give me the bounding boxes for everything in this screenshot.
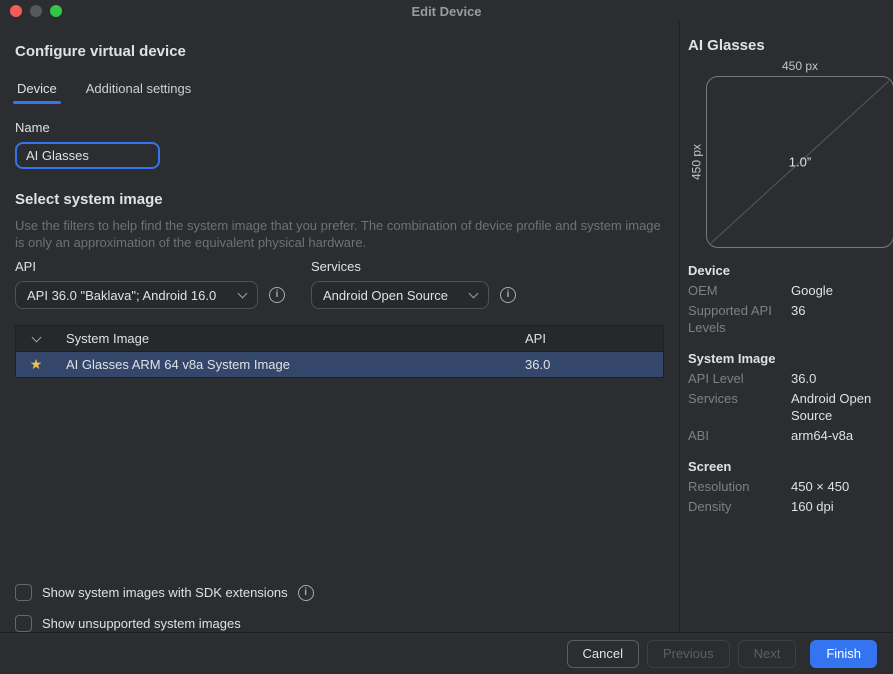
column-header-api[interactable]: API bbox=[525, 331, 663, 346]
tab-device-label: Device bbox=[17, 81, 57, 96]
unsupported-images-checkbox-label: Show unsupported system images bbox=[42, 616, 241, 631]
device-preview-panel: AI Glasses 450 px 450 px 1.0” Device OE bbox=[680, 22, 893, 632]
star-icon: ★ bbox=[30, 356, 43, 373]
spec-row: API Level 36.0 bbox=[688, 370, 893, 387]
name-input[interactable] bbox=[15, 142, 160, 169]
next-button: Next bbox=[738, 640, 797, 668]
screen-width-label: 450 px bbox=[706, 59, 893, 73]
spec-heading-system-image: System Image bbox=[688, 351, 893, 366]
api-label: API bbox=[15, 259, 285, 274]
tab-device[interactable]: Device bbox=[15, 77, 59, 104]
name-label: Name bbox=[15, 120, 664, 135]
checkbox-section: Show system images with SDK extensions i… bbox=[15, 584, 664, 632]
unsupported-images-checkbox-row[interactable]: Show unsupported system images bbox=[15, 615, 664, 632]
configure-panel: Configure virtual device Device Addition… bbox=[0, 22, 680, 632]
table-header-row: System Image API bbox=[16, 326, 663, 352]
services-select[interactable]: Android Open Source bbox=[311, 281, 489, 309]
spec-row: Density 160 dpi bbox=[688, 498, 893, 515]
sdk-extensions-info-icon[interactable]: i bbox=[298, 585, 314, 601]
system-image-name-cell: AI Glasses ARM 64 v8a System Image bbox=[56, 357, 525, 372]
screen-height-label: 450 px bbox=[687, 76, 706, 248]
api-filter-group: API API 36.0 "Baklava"; Android 16.0 i bbox=[15, 259, 285, 309]
edit-device-dialog: Edit Device Configure virtual device Dev… bbox=[0, 0, 893, 674]
select-system-image-title: Select system image bbox=[15, 191, 664, 208]
services-filter-group: Services Android Open Source i bbox=[311, 259, 516, 309]
sdk-extensions-checkbox-label: Show system images with SDK extensions bbox=[42, 585, 288, 600]
api-info-icon[interactable]: i bbox=[269, 287, 285, 303]
filters-row: API API 36.0 "Baklava"; Android 16.0 i S… bbox=[15, 259, 664, 309]
chevron-down-icon bbox=[469, 288, 479, 298]
spec-row: Services Android Open Source bbox=[688, 390, 893, 424]
previous-button: Previous bbox=[647, 640, 730, 668]
finish-button[interactable]: Finish bbox=[810, 640, 877, 668]
spec-heading-screen: Screen bbox=[688, 459, 893, 474]
system-image-description: Use the filters to help find the system … bbox=[15, 217, 664, 251]
system-image-table: System Image API ★ AI Glasses ARM 64 v8a… bbox=[15, 325, 664, 378]
titlebar: Edit Device bbox=[0, 0, 893, 22]
cancel-button[interactable]: Cancel bbox=[567, 640, 639, 668]
dialog-footer: Cancel Previous Next Finish bbox=[0, 632, 893, 674]
services-select-value: Android Open Source bbox=[323, 288, 448, 303]
tab-additional-settings-label: Additional settings bbox=[86, 81, 192, 96]
screen-diagonal-size: 1.0” bbox=[707, 155, 893, 170]
services-info-icon[interactable]: i bbox=[500, 287, 516, 303]
device-spec-list: Device OEM Google Supported API Levels 3… bbox=[687, 263, 893, 515]
chevron-down-icon bbox=[238, 288, 248, 298]
table-row[interactable]: ★ AI Glasses ARM 64 v8a System Image 36.… bbox=[16, 352, 663, 377]
spec-row: Supported API Levels 36 bbox=[688, 302, 893, 336]
sort-column-header[interactable] bbox=[16, 336, 56, 341]
star-cell[interactable]: ★ bbox=[16, 356, 56, 373]
spec-row: Resolution 450 × 450 bbox=[688, 478, 893, 495]
chevron-down-icon bbox=[31, 333, 41, 343]
page-title: Configure virtual device bbox=[15, 43, 664, 60]
spec-row: ABI arm64-v8a bbox=[688, 427, 893, 444]
tab-additional-settings[interactable]: Additional settings bbox=[84, 77, 194, 104]
services-label: Services bbox=[311, 259, 516, 274]
screen-outline: 1.0” bbox=[706, 76, 893, 248]
unsupported-images-checkbox[interactable] bbox=[15, 615, 32, 632]
api-select[interactable]: API 36.0 "Baklava"; Android 16.0 bbox=[15, 281, 258, 309]
sdk-extensions-checkbox[interactable] bbox=[15, 584, 32, 601]
spec-row: OEM Google bbox=[688, 282, 893, 299]
window-title: Edit Device bbox=[0, 4, 893, 19]
column-header-system-image[interactable]: System Image bbox=[56, 331, 525, 346]
system-image-api-cell: 36.0 bbox=[525, 357, 663, 372]
screen-diagram: 450 px 450 px 1.0” bbox=[687, 59, 893, 248]
sdk-extensions-checkbox-row[interactable]: Show system images with SDK extensions i bbox=[15, 584, 664, 601]
tab-bar: Device Additional settings bbox=[15, 77, 664, 104]
api-select-value: API 36.0 "Baklava"; Android 16.0 bbox=[27, 288, 216, 303]
preview-device-name: AI Glasses bbox=[687, 37, 893, 54]
spec-heading-device: Device bbox=[688, 263, 893, 278]
